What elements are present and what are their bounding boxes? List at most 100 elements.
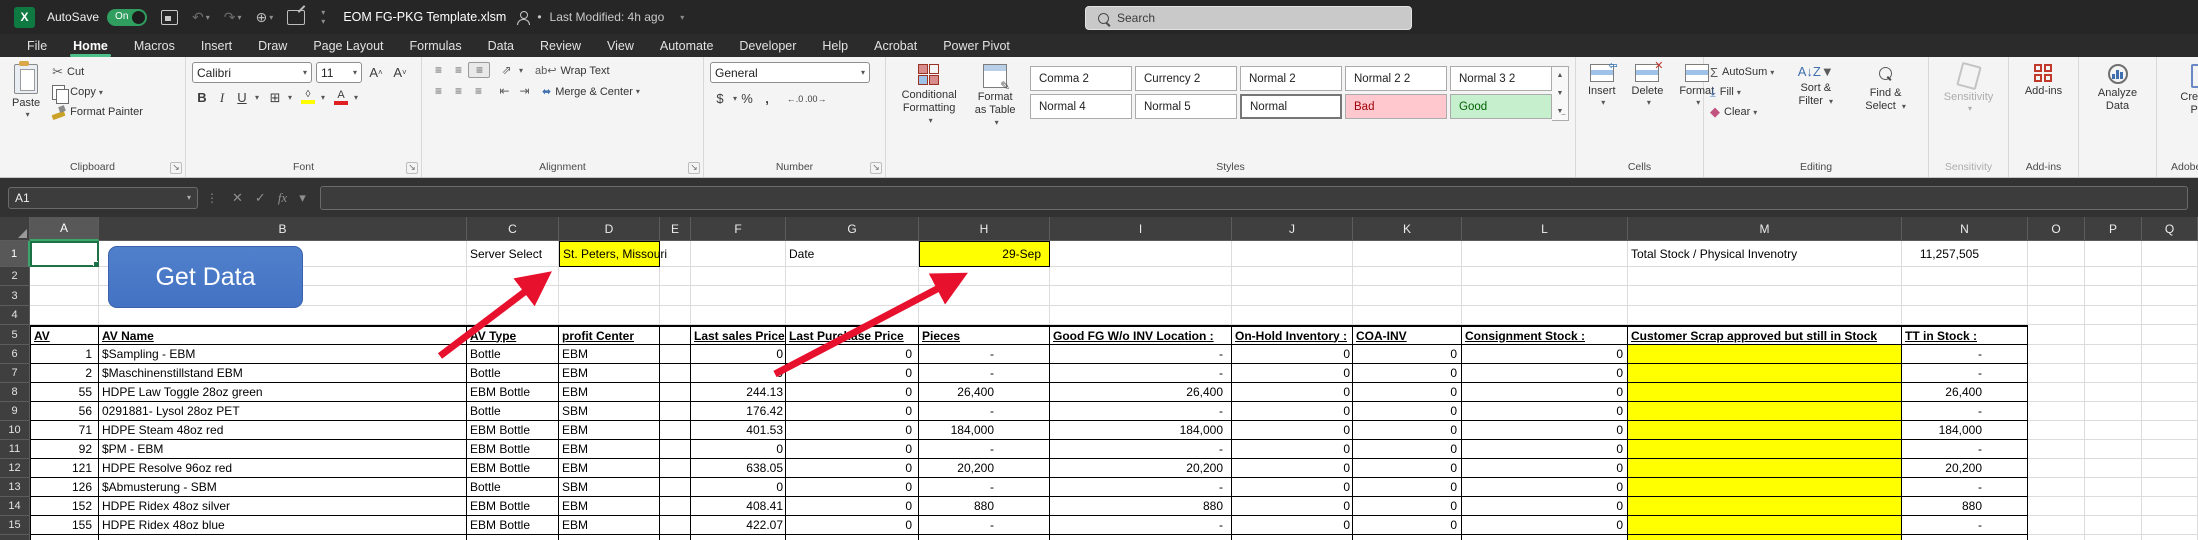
cell-K6[interactable]: 0 [1353,345,1462,364]
tab-formulas[interactable]: Formulas [397,34,475,57]
cell-L5[interactable]: Consignment Stock : [1462,325,1628,345]
row-header-13[interactable]: 13 [0,478,30,497]
cell-N13[interactable]: - [1902,478,2028,497]
autosum-button[interactable]: ΣAutoSum▾ [1710,62,1774,82]
cell-E8[interactable] [660,383,691,402]
cell-N12[interactable]: 20,200 [1902,459,2028,478]
cell-Q6[interactable] [2142,345,2198,364]
increase-font-button[interactable]: A˄ [366,62,386,83]
cell-C6[interactable]: Bottle [467,345,559,364]
row-header-15[interactable]: 15 [0,516,30,535]
cell-C10[interactable]: EBM Bottle [467,421,559,440]
cell-A9[interactable]: 56 [30,402,99,421]
cell-F14[interactable]: 408.41 [691,497,786,516]
cell-style-normal-2[interactable]: Normal 2 [1240,66,1342,91]
cell-K12[interactable]: 0 [1353,459,1462,478]
cell-H5[interactable]: Pieces [919,325,1050,345]
cell-P5[interactable] [2085,325,2142,345]
column-header-E[interactable]: E [660,217,691,241]
cell-G12[interactable]: 0 [786,459,919,478]
cell-C9[interactable]: Bottle [467,402,559,421]
cell-P3[interactable] [2085,286,2142,306]
cell-P1[interactable] [2085,241,2142,267]
cell-O11[interactable] [2028,440,2085,459]
cell-H12[interactable]: 20,200 [919,459,1050,478]
cell-K7[interactable]: 0 [1353,364,1462,383]
cell-J10[interactable]: 0 [1232,421,1353,440]
cell-O3[interactable] [2028,286,2085,306]
cell-H16[interactable] [919,535,1050,540]
cell-style-normal-4[interactable]: Normal 4 [1030,94,1132,119]
cell-Q1[interactable] [2142,241,2198,267]
cell-L16[interactable] [1462,535,1628,540]
tab-acrobat[interactable]: Acrobat [861,34,930,57]
touch-mouse-mode-button[interactable]: ⊕▾ [256,9,274,26]
cell-C4[interactable] [467,306,559,325]
cell-A14[interactable]: 152 [30,497,99,516]
cell-A13[interactable]: 126 [30,478,99,497]
cell-H7[interactable]: - [919,364,1050,383]
row-header-9[interactable]: 9 [0,402,30,421]
search-input[interactable]: Search [1085,6,1412,30]
cell-K5[interactable]: COA-INV [1353,325,1462,345]
cell-H6[interactable]: - [919,345,1050,364]
cell-B11[interactable]: $PM - EBM [99,440,467,459]
cell-N10[interactable]: 184,000 [1902,421,2028,440]
cell-J11[interactable]: 0 [1232,440,1353,459]
cell-M15[interactable] [1628,516,1902,535]
cell-F12[interactable]: 638.05 [691,459,786,478]
cell-J13[interactable]: 0 [1232,478,1353,497]
cell-O9[interactable] [2028,402,2085,421]
cell-F2[interactable] [691,267,786,286]
tab-home[interactable]: Home [60,34,121,57]
cell-D13[interactable]: SBM [559,478,660,497]
number-format-select[interactable]: General▾ [710,62,870,83]
cell-G14[interactable]: 0 [786,497,919,516]
cell-B12[interactable]: HDPE Resolve 96oz red [99,459,467,478]
cell-H4[interactable] [919,306,1050,325]
cell-Q12[interactable] [2142,459,2198,478]
styles-gallery-scroll[interactable]: ▲ ▼ ▼̲ [1552,66,1569,121]
cell-N2[interactable] [1902,267,2028,286]
column-header-P[interactable]: P [2085,217,2142,241]
accounting-format-button[interactable]: $ [710,88,730,109]
cell-G16[interactable] [786,535,919,540]
column-header-B[interactable]: B [99,217,467,241]
cell-N1[interactable]: 11,257,505 [1902,241,2028,267]
cell-L4[interactable] [1462,306,1628,325]
cell-style-normal-2-2[interactable]: Normal 2 2 [1345,66,1447,91]
column-header-I[interactable]: I [1050,217,1232,241]
cell-K10[interactable]: 0 [1353,421,1462,440]
cell-G7[interactable]: 0 [786,364,919,383]
cell-style-bad[interactable]: Bad [1345,94,1447,119]
last-modified-label[interactable]: Last Modified: 4h ago [550,10,665,24]
row-header-12[interactable]: 12 [0,459,30,478]
cell-L12[interactable]: 0 [1462,459,1628,478]
increase-indent-button[interactable]: ⇥ [514,84,534,98]
column-header-N[interactable]: N [1902,217,2028,241]
align-center-button[interactable]: ≡ [448,84,468,98]
tab-file[interactable]: File [14,34,60,57]
cell-I15[interactable]: - [1050,516,1232,535]
cell-H15[interactable]: - [919,516,1050,535]
formula-bar-splitter[interactable]: ⋮ [206,191,218,205]
cell-L11[interactable]: 0 [1462,440,1628,459]
cell-F10[interactable]: 401.53 [691,421,786,440]
cell-style-currency-2[interactable]: Currency 2 [1135,66,1237,91]
cell-M9[interactable] [1628,402,1902,421]
redo-button[interactable]: ↷▾ [224,9,242,26]
cell-Q16[interactable] [2142,535,2198,540]
cell-P8[interactable] [2085,383,2142,402]
cell-A15[interactable]: 155 [30,516,99,535]
sensitivity-button[interactable]: Sensitivity▾ [1938,62,2000,159]
cell-E16[interactable] [660,535,691,540]
cell-E14[interactable] [660,497,691,516]
cell-M1[interactable]: Total Stock / Physical Invenotry [1628,241,1902,267]
cell-Q4[interactable] [2142,306,2198,325]
cell-M6[interactable] [1628,345,1902,364]
cell-H2[interactable] [919,267,1050,286]
cell-F3[interactable] [691,286,786,306]
cell-P13[interactable] [2085,478,2142,497]
cell-K11[interactable]: 0 [1353,440,1462,459]
paste-button[interactable]: Paste▾ [6,62,46,159]
